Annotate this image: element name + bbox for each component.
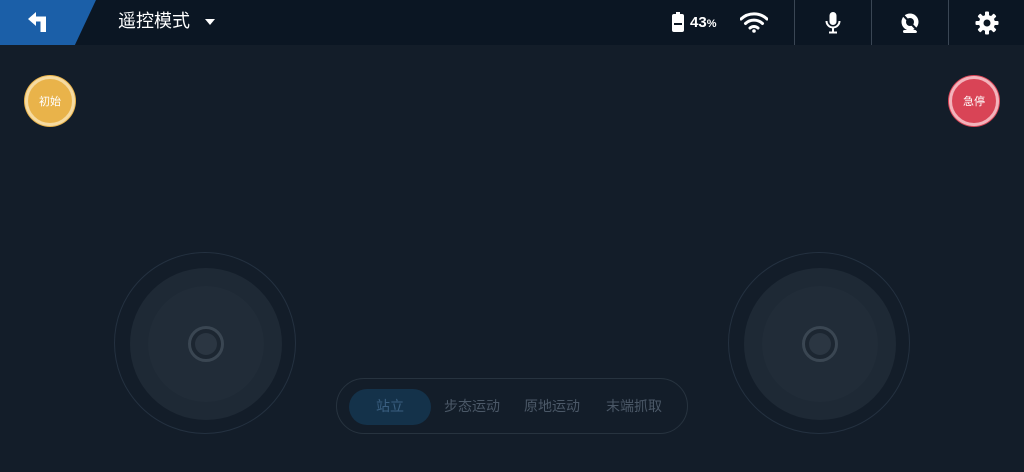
caret-down-icon[interactable] [205,19,215,25]
motion-mode-tabs: 站立 步态运动 原地运动 末端抓取 [336,378,688,434]
wifi-icon [740,12,768,33]
camera-button[interactable] [872,0,948,45]
back-arrow-icon [28,12,46,32]
battery-level: 43% [690,14,716,33]
joystick-knob[interactable] [188,326,224,362]
joystick-knob[interactable] [802,326,838,362]
tab-in-place-motion[interactable]: 原地运动 [517,389,587,425]
settings-button[interactable] [949,0,1024,45]
tab-stand[interactable]: 站立 [349,389,431,425]
emergency-stop-button[interactable]: 急停 [949,76,999,126]
top-bar: 遥控模式 43% [0,0,1024,45]
camera-icon [901,12,919,33]
left-joystick[interactable] [114,252,296,434]
battery-value: 43 [690,14,707,31]
tab-end-effector-grasp[interactable]: 末端抓取 [599,389,669,425]
tab-gait-motion[interactable]: 步态运动 [437,389,507,425]
battery-icon [672,12,684,32]
gear-icon [975,11,999,34]
emergency-stop-label: 急停 [963,95,985,108]
battery-unit: % [706,18,717,30]
init-button[interactable]: 初始 [25,76,75,126]
microphone-icon [825,11,841,33]
right-joystick[interactable] [728,252,910,434]
mode-selector-label[interactable]: 遥控模式 [118,11,190,33]
microphone-button[interactable] [795,0,871,45]
back-button[interactable] [0,0,96,45]
init-button-label: 初始 [39,95,61,108]
